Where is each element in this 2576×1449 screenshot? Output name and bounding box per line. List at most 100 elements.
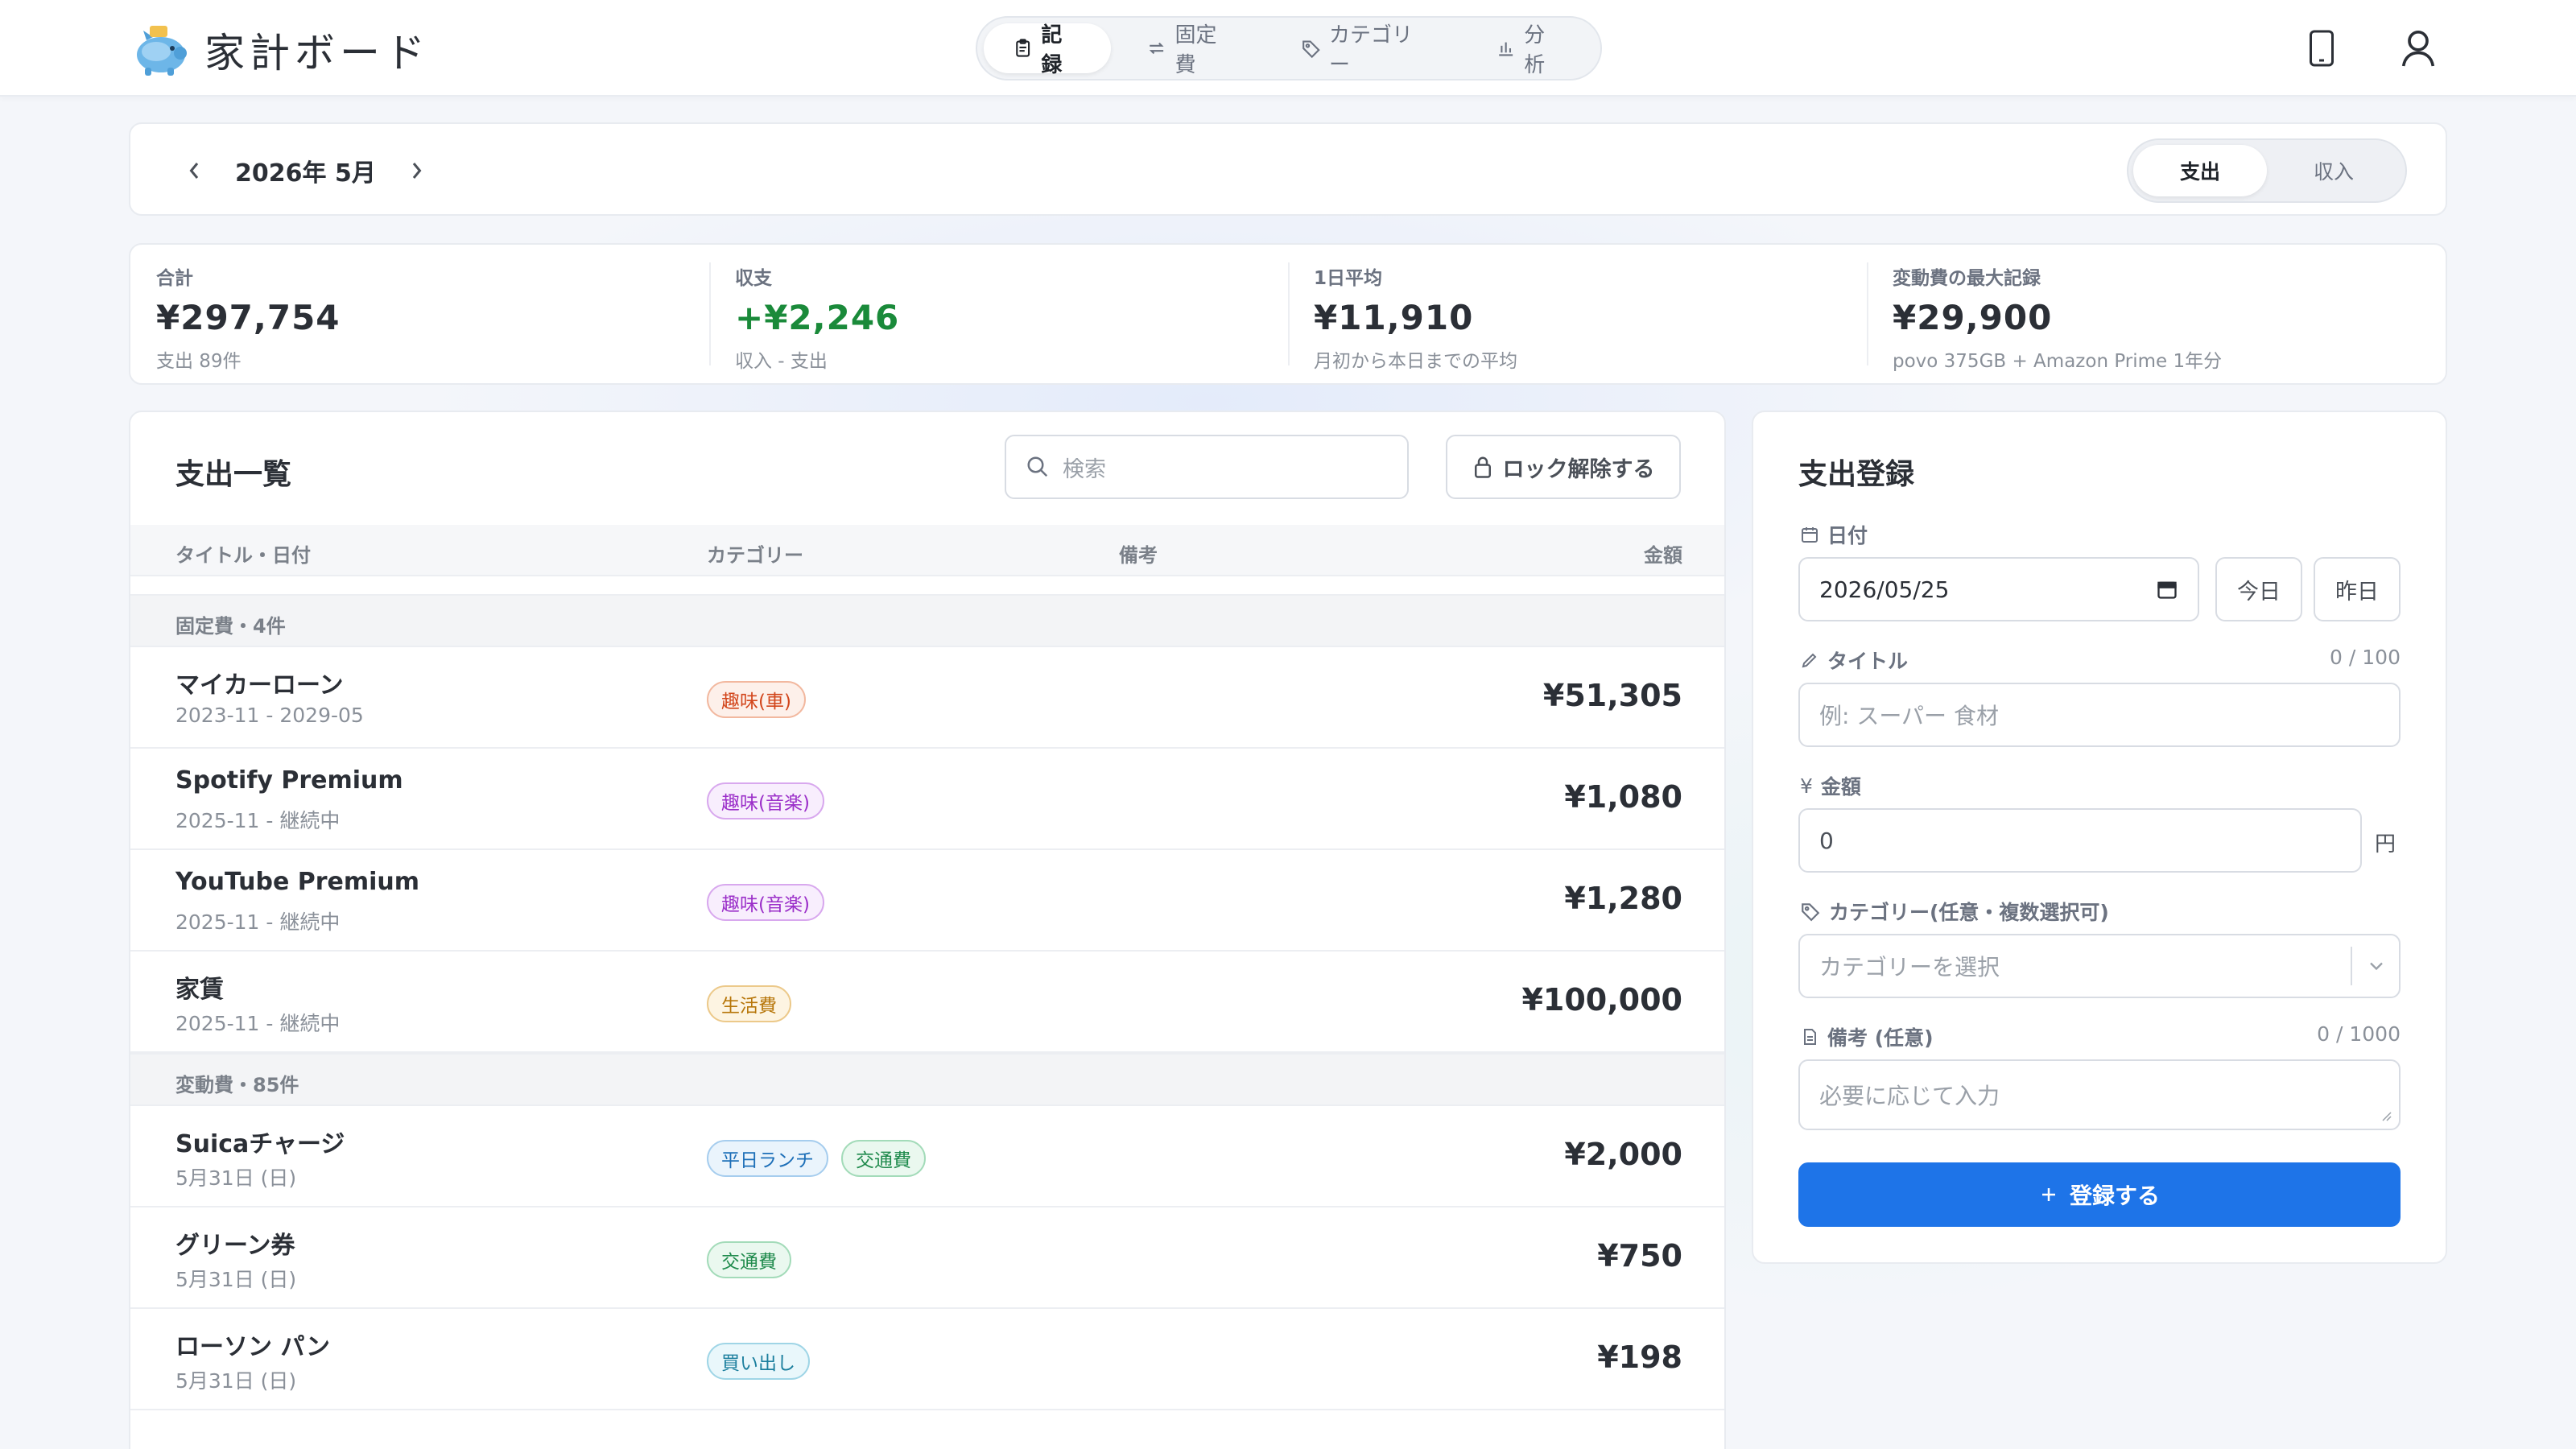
group-label: 変動費・85件: [175, 1074, 299, 1096]
stat-total: 合計 ¥297,754 支出 89件: [130, 245, 709, 383]
month-nav: 2026年 5月: [179, 148, 432, 193]
category-select[interactable]: カテゴリーを選択: [1798, 934, 2401, 998]
search-icon: [1027, 456, 1048, 477]
next-month-button[interactable]: [400, 155, 432, 187]
expense-toggle-button[interactable]: 支出: [2133, 145, 2267, 196]
current-month: 2026年 5月: [235, 159, 376, 188]
app-header: 家計ボード 記録 固定費 カテゴリー 分析: [0, 0, 2576, 97]
table-row[interactable]: 家賃 2025-11 - 継続中 生活費 ¥100,000: [130, 952, 1724, 1053]
table-row[interactable]: Spotify Premium 2025-11 - 継続中 趣味(音楽) ¥1,…: [130, 749, 1724, 850]
amount-input[interactable]: 0: [1798, 808, 2362, 873]
category-tag: 生活費: [707, 985, 791, 1022]
summary-stats: 合計 ¥297,754 支出 89件 収支 +¥2,246 収入 - 支出 1日…: [129, 243, 2447, 385]
date-field[interactable]: 2026/05/25: [1798, 557, 2199, 621]
title-input[interactable]: 例: スーパー 食材: [1798, 683, 2401, 747]
table-row[interactable]: Suicaチャージ 5月31日 (日) 平日ランチ 交通費 ¥2,000: [130, 1106, 1724, 1208]
category-placeholder: カテゴリーを選択: [1819, 954, 2000, 980]
resize-handle-icon[interactable]: [2380, 1109, 2392, 1122]
tab-record-label: 記録: [1041, 23, 1063, 77]
col-note: 備考: [1119, 544, 1158, 567]
clipboard-icon: [1016, 39, 1030, 57]
main-nav: 記録 固定費 カテゴリー 分析: [976, 16, 1602, 80]
category-label-text: カテゴリー(任意・複数選択可): [1829, 901, 2109, 924]
user-button[interactable]: [2397, 27, 2439, 69]
row-amount: ¥1,080: [1564, 779, 1682, 815]
row-title: Suicaチャージ: [175, 1130, 345, 1158]
row-tags: 交通費: [707, 1241, 791, 1278]
unlock-label: ロック解除する: [1502, 456, 1655, 482]
row-amount: ¥198: [1597, 1340, 1682, 1375]
table-header: タイトル・日付 カテゴリー 備考 金額: [130, 525, 1724, 576]
category-tag: 趣味(音楽): [707, 884, 824, 921]
title-label-text: タイトル: [1827, 650, 1909, 673]
row-title: YouTube Premium: [175, 868, 420, 896]
table-row[interactable]: [130, 1410, 1724, 1449]
pencil-icon: [1802, 653, 1817, 668]
row-tags: 趣味(音楽): [707, 782, 824, 819]
submit-label: 登録する: [2069, 1183, 2160, 1209]
stat-value: +¥2,246: [735, 298, 900, 337]
unlock-button[interactable]: ロック解除する: [1446, 435, 1681, 499]
table-row[interactable]: マイカーローン 2023-11 - 2029-05 趣味(車) ¥51,305: [130, 647, 1724, 749]
row-tags: 生活費: [707, 985, 791, 1022]
bar-chart-icon: [1499, 42, 1513, 56]
table-row[interactable]: ローソン パン 5月31日 (日) 買い出し ¥198: [130, 1309, 1724, 1410]
yesterday-button[interactable]: 昨日: [2314, 557, 2401, 621]
submit-button[interactable]: 登録する: [1798, 1162, 2401, 1227]
table-row[interactable]: グリーン券 5月31日 (日) 交通費 ¥750: [130, 1208, 1724, 1309]
stat-label: 変動費の最大記録: [1893, 268, 2041, 289]
category-tag: 交通費: [841, 1140, 926, 1177]
table-row[interactable]: YouTube Premium 2025-11 - 継続中 趣味(音楽) ¥1,…: [130, 850, 1724, 952]
col-amount: 金額: [1644, 544, 1682, 567]
stat-max-variable: 変動費の最大記録 ¥29,900 povo 375GB + Amazon Pri…: [1867, 245, 2446, 383]
expense-form-card: 支出登録 日付 2026/05/25 今日 昨日 タイトル 0 / 100 例:…: [1752, 411, 2447, 1264]
row-title: Spotify Premium: [175, 766, 403, 795]
prev-month-button[interactable]: [179, 155, 211, 187]
app-title: 家計ボード: [204, 30, 430, 76]
list-title: 支出一覧: [175, 458, 292, 491]
row-date: 5月31日 (日): [175, 1166, 297, 1190]
note-label: 備考 (任意): [1800, 1022, 1934, 1051]
row-date: 5月31日 (日): [175, 1369, 297, 1393]
income-toggle-button[interactable]: 収入: [2267, 145, 2401, 196]
col-title-date: タイトル・日付: [175, 544, 311, 567]
calendar-icon: [1802, 527, 1818, 543]
stat-sub: 支出 89件: [156, 351, 242, 372]
amount-unit: 円: [2375, 832, 2396, 857]
amount-label: ¥ 金額: [1800, 771, 1861, 800]
stat-balance: 収支 +¥2,246 収入 - 支出: [709, 245, 1288, 383]
stat-label: 1日平均: [1314, 268, 1383, 289]
tab-fixed-costs-label: 固定費: [1174, 23, 1217, 77]
note-textarea[interactable]: 必要に応じて入力: [1798, 1059, 2401, 1130]
chevron-down-icon: [2370, 962, 2383, 971]
tab-analysis-label: 分析: [1524, 23, 1546, 77]
chevron-left-icon: [189, 163, 199, 179]
tab-analysis[interactable]: 分析: [1467, 23, 1594, 77]
yen-icon: ¥: [1800, 774, 1813, 798]
user-icon: [2401, 31, 2435, 67]
month-selector-bar: 2026年 5月 支出 収入: [129, 122, 2447, 216]
search-input[interactable]: 検索: [1005, 435, 1409, 499]
tab-record[interactable]: 記録: [984, 23, 1112, 77]
row-amount: ¥1,280: [1564, 881, 1682, 916]
stat-sub: 月初から本日までの平均: [1314, 351, 1517, 372]
note-label-text: 備考 (任意): [1827, 1026, 1934, 1050]
group-header-fixed: 固定費・4件: [130, 594, 1724, 647]
amount-label-text: 金額: [1820, 775, 1861, 799]
category-tag: 交通費: [707, 1241, 791, 1278]
stat-label: 合計: [156, 268, 193, 289]
stat-daily-average: 1日平均 ¥11,910 月初から本日までの平均: [1288, 245, 1867, 383]
category-tag: 趣味(車): [707, 681, 806, 718]
today-button[interactable]: 今日: [2215, 557, 2302, 621]
tab-fixed-costs[interactable]: 固定費: [1117, 23, 1265, 77]
app-logo[interactable]: 家計ボード: [129, 21, 430, 79]
tab-categories[interactable]: カテゴリー: [1272, 23, 1460, 77]
category-tag: 平日ランチ: [707, 1140, 828, 1177]
tag-icon: [1802, 903, 1820, 922]
row-amount: ¥51,305: [1542, 678, 1682, 713]
mobile-button[interactable]: [2301, 27, 2343, 69]
title-char-count: 0 / 100: [2330, 646, 2401, 669]
row-tags: 平日ランチ 交通費: [707, 1140, 926, 1177]
expense-list-card: 支出一覧 検索 ロック解除する タイトル・日付 カテゴリー 備考 金額 固定費・…: [129, 411, 1726, 1449]
row-title: 家賃: [175, 976, 224, 1004]
